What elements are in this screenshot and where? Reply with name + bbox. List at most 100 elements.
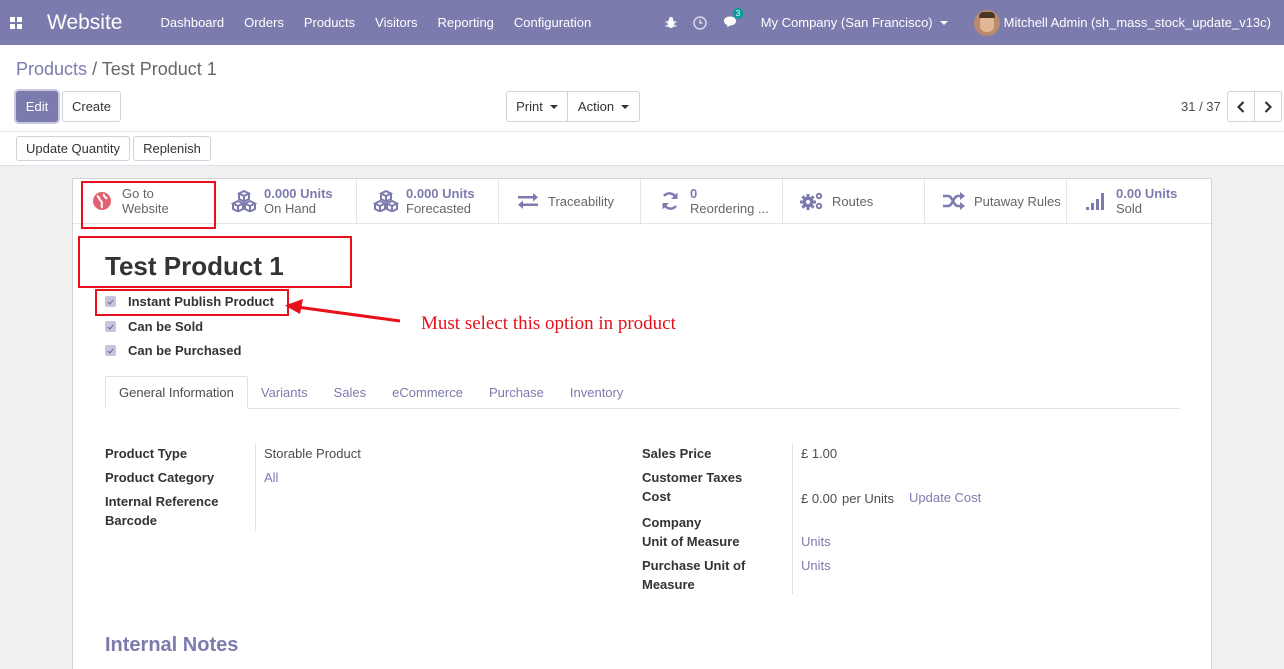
chevron-left-icon <box>1237 100 1245 113</box>
menu-reporting[interactable]: Reporting <box>428 15 504 30</box>
chevron-right-icon <box>1264 100 1272 113</box>
cost-value[interactable]: £ 0.00 <box>801 489 837 508</box>
clock-icon[interactable] <box>692 15 707 30</box>
field-divider <box>792 444 793 594</box>
product-category-label: Product Category <box>105 470 215 485</box>
annotation-text: Must select this option in product <box>421 313 676 334</box>
instant-publish-checkbox[interactable] <box>105 296 116 307</box>
tab-variants[interactable]: Variants <box>248 376 321 409</box>
cost-unit: per Units <box>842 491 895 506</box>
purchase-uom-value[interactable]: Units <box>801 556 831 575</box>
breadcrumb-products[interactable]: Products <box>16 59 87 79</box>
purchase-uom-label-line1: Purchase Unit of <box>642 558 746 573</box>
company-label: Company <box>642 515 702 530</box>
can-be-purchased-checkbox-row: Can be Purchased <box>105 343 241 358</box>
update-quantity-button[interactable]: Update Quantity <box>16 136 130 161</box>
stat-line2: Sold <box>1116 201 1143 216</box>
smart-button-box: Go to Website 0.000 Units On Hand 0.000 Un… <box>73 179 1211 224</box>
putaway-rules-button[interactable]: Putaway Rules <box>925 179 1067 223</box>
menu-dashboard[interactable]: Dashboard <box>150 15 234 30</box>
stat-line1: Routes <box>832 193 874 209</box>
systray: 3 My Company (San Francisco) Mitchell Ad… <box>657 0 1284 45</box>
sales-price-value[interactable]: £ 1.00 <box>801 444 837 463</box>
sold-button[interactable]: 0.00 Units Sold <box>1067 179 1209 223</box>
can-be-sold-checkbox[interactable] <box>105 321 116 332</box>
forecasted-button[interactable]: 0.000 Units Forecasted <box>357 179 499 223</box>
tab-inventory[interactable]: Inventory <box>557 376 636 409</box>
can-be-sold-checkbox-row: Can be Sold <box>105 319 203 334</box>
menu-visitors[interactable]: Visitors <box>365 15 427 30</box>
pager-previous-button[interactable] <box>1227 91 1255 122</box>
cubes-icon <box>230 190 258 212</box>
print-dropdown[interactable]: Print <box>506 91 568 122</box>
pager-next-button[interactable] <box>1254 91 1282 122</box>
user-menu[interactable]: Mitchell Admin (sh_mass_stock_update_v13… <box>973 9 1271 36</box>
product-type-value[interactable]: Storable Product <box>264 444 361 463</box>
refresh-icon <box>656 191 684 211</box>
random-icon <box>940 192 968 210</box>
pager-value[interactable]: 31 / 37 <box>1181 99 1221 114</box>
tab-purchase[interactable]: Purchase <box>476 376 557 409</box>
action-dropdown[interactable]: Action <box>567 91 640 122</box>
product-title[interactable]: Test Product 1 <box>105 251 284 282</box>
field-divider <box>255 444 256 531</box>
control-panel: Products / Test Product 1 Edit Create Pr… <box>0 45 1284 166</box>
notebook-tabs: General Information Variants Sales eComm… <box>105 376 1180 409</box>
chat-badge: 3 <box>732 8 744 19</box>
forecasted-qty: 0.000 Units <box>406 186 475 201</box>
cubes-icon <box>372 190 400 212</box>
create-button[interactable]: Create <box>62 91 121 122</box>
breadcrumb: Products / Test Product 1 <box>16 59 217 80</box>
barcode-label: Barcode <box>105 513 158 528</box>
app-brand[interactable]: Website <box>47 11 122 35</box>
traceability-button[interactable]: Traceability <box>499 179 641 223</box>
chevron-down-icon <box>621 104 630 109</box>
tab-ecommerce[interactable]: eCommerce <box>379 376 476 409</box>
stat-line2: Forecasted <box>406 201 472 216</box>
company-switcher[interactable]: My Company (San Francisco) <box>761 15 948 30</box>
update-cost-button[interactable]: Update Cost <box>909 488 981 507</box>
company-name: My Company (San Francisco) <box>760 15 933 30</box>
replenish-button[interactable]: Replenish <box>133 136 211 161</box>
stat-line1: Traceability <box>548 193 614 209</box>
product-category-value[interactable]: All <box>264 468 278 487</box>
customer-taxes-label: Customer Taxes <box>642 470 743 485</box>
cogs-icon <box>798 191 826 211</box>
tab-general-information[interactable]: General Information <box>105 376 248 409</box>
can-be-purchased-checkbox[interactable] <box>105 345 116 356</box>
sales-price-label: Sales Price <box>642 446 712 461</box>
highlight-go-to-website <box>81 181 216 229</box>
signal-icon <box>1082 191 1110 211</box>
breadcrumb-separator: / <box>92 59 98 79</box>
bug-icon[interactable] <box>665 16 677 29</box>
chevron-down-icon <box>549 104 558 109</box>
divider <box>0 131 1284 132</box>
edit-button[interactable]: Edit <box>16 91 58 122</box>
stat-line2: Reordering ... <box>690 201 769 216</box>
apps-menu-icon[interactable] <box>0 0 32 45</box>
reordering-rules-button[interactable]: 0 Reordering ... <box>641 179 783 223</box>
main-menu: Dashboard Orders Products Visitors Repor… <box>150 15 601 30</box>
stat-line2: On Hand <box>264 201 317 216</box>
tab-sales[interactable]: Sales <box>321 376 380 409</box>
internal-reference-label: Internal Reference <box>105 494 219 509</box>
menu-configuration[interactable]: Configuration <box>504 15 601 30</box>
menu-orders[interactable]: Orders <box>234 15 294 30</box>
instant-publish-label: Instant Publish Product <box>128 294 274 309</box>
on-hand-button[interactable]: 0.000 Units On Hand <box>215 179 357 223</box>
chat-icon[interactable]: 3 <box>723 8 744 29</box>
form-sheet: Go to Website 0.000 Units On Hand 0.000 Un… <box>72 178 1212 669</box>
sold-qty: 0.00 Units <box>1116 186 1178 201</box>
print-label: Print <box>516 99 543 114</box>
reordering-count: 0 <box>690 186 698 201</box>
unit-of-measure-value[interactable]: Units <box>801 532 831 551</box>
chevron-down-icon <box>939 20 948 25</box>
exchange-icon <box>514 193 542 209</box>
annotation-arrow-icon <box>285 299 401 323</box>
instant-publish-checkbox-row: Instant Publish Product <box>105 294 274 309</box>
routes-button[interactable]: Routes <box>783 179 925 223</box>
menu-products[interactable]: Products <box>294 15 365 30</box>
top-navbar: Website Dashboard Orders Products Visito… <box>0 0 1284 45</box>
can-be-purchased-label: Can be Purchased <box>128 343 242 358</box>
action-label: Action <box>577 99 615 114</box>
